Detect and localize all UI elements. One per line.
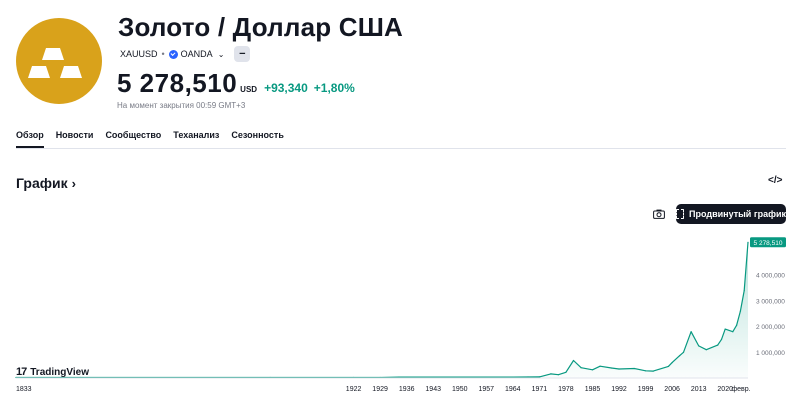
x-tick-label: 1936 (399, 386, 415, 393)
symbol-meta-row: XAUUSD • OANDA ⌄ − (116, 45, 251, 63)
x-tick-label: 1992 (611, 386, 627, 393)
price-row: 5 278,510 USD +93,340 +1,80% (117, 68, 355, 99)
chart-point (698, 345, 700, 347)
exchange-selector[interactable]: XAUUSD • OANDA ⌄ (116, 46, 228, 62)
market-closed-note: На момент закрытия 00:59 GMT+3 (117, 101, 246, 110)
section-title: График (16, 175, 68, 191)
chart-point (550, 373, 552, 375)
chart-point (572, 359, 575, 362)
minus-icon: − (239, 48, 246, 60)
remove-watchlist-button[interactable]: − (234, 46, 251, 62)
last-price-label: 5 278,510 (754, 240, 783, 247)
currency-label: USD (240, 85, 258, 94)
advanced-chart-button[interactable]: Продвинутый график (676, 204, 786, 224)
chart-point (743, 290, 745, 292)
x-tick-label: 1978 (558, 386, 574, 393)
x-tick-label: 1999 (638, 386, 654, 393)
chart-point (591, 369, 594, 371)
chart-point (724, 328, 726, 330)
x-tick-label: 1950 (452, 386, 468, 393)
y-tick-label: 2 000,000 (756, 324, 785, 331)
y-tick-label: 3 000,000 (756, 298, 785, 305)
gold-bars-icon (16, 18, 102, 104)
tab-technicals[interactable]: Теханализ (173, 130, 219, 148)
verified-icon (168, 49, 178, 59)
last-price: 5 278,510 (117, 68, 238, 98)
chart-point (690, 331, 692, 333)
fullscreen-icon (676, 209, 685, 219)
x-tick-label: 1985 (585, 386, 601, 393)
chevron-down-icon: ⌄ (217, 49, 225, 59)
tradingview-logo: 17 TradingView (16, 366, 89, 378)
x-tick-label: 1833 (16, 386, 32, 393)
chart-section-link[interactable]: График › (16, 175, 76, 191)
chart-point (747, 241, 749, 243)
advanced-chart-label: Продвинутый график (689, 209, 786, 219)
chart-point (720, 338, 723, 340)
chart-point (610, 367, 613, 369)
embed-code-icon[interactable]: </> (768, 175, 782, 186)
y-tick-label: 1 000,000 (756, 350, 785, 357)
x-tick-label: 1943 (425, 386, 441, 393)
symbol-tabs: Обзор Новости Сообщество Теханализ Сезон… (16, 130, 786, 149)
chart-point (565, 371, 567, 373)
chart-point (527, 376, 529, 378)
chart-point (705, 349, 707, 351)
chart-point (599, 365, 601, 367)
chart-area-fill (16, 242, 748, 378)
x-tick-label: 1929 (372, 386, 388, 393)
chart-point (717, 344, 719, 346)
x-tick-label: 1922 (346, 386, 362, 393)
tab-news[interactable]: Новости (56, 130, 94, 148)
chart-point (732, 331, 734, 333)
tradingview-mark: 17 (16, 366, 27, 378)
x-tick-label: 1964 (505, 386, 521, 393)
change-percent: +1,80% (313, 81, 355, 95)
change-absolute: +93,340 (264, 81, 308, 95)
x-tick-label: 1971 (532, 386, 548, 393)
x-tick-label: февр. (731, 386, 750, 393)
x-tick-label: 1957 (479, 386, 495, 393)
chart-point (557, 374, 560, 376)
chart-point (667, 365, 670, 367)
chart-point (679, 355, 681, 357)
ticker-label: XAUUSD (120, 49, 158, 59)
x-tick-label: 2006 (664, 386, 680, 393)
chart-point (645, 370, 647, 372)
exchange-label: OANDA (180, 49, 213, 59)
tab-seasonality[interactable]: Сезонность (231, 130, 283, 148)
tradingview-label: TradingView (30, 366, 89, 378)
separator-dot: • (161, 49, 165, 59)
chart-price-line (16, 242, 749, 379)
x-tick-label: 2013 (691, 386, 707, 393)
chart-point (736, 324, 738, 326)
snapshot-button[interactable] (648, 204, 670, 224)
tab-overview[interactable]: Обзор (16, 130, 44, 148)
chart-point (671, 362, 673, 364)
chart-point (633, 367, 635, 370)
chart-point (652, 370, 654, 372)
tab-community[interactable]: Сообщество (105, 130, 161, 148)
camera-icon (653, 209, 665, 219)
y-tick-label: 4 000,000 (756, 273, 785, 280)
price-chart[interactable]: 1833 1922 1929 1936 1943 1950 1957 1964 1971 1978… (0, 228, 800, 404)
chart-point (618, 368, 620, 370)
chart-point (538, 376, 541, 378)
chart-point (682, 351, 685, 353)
chevron-right-icon: › (71, 175, 76, 191)
chart-point (580, 367, 582, 369)
page-title: Золото / Доллар США (118, 12, 404, 42)
chart-point (739, 310, 742, 312)
